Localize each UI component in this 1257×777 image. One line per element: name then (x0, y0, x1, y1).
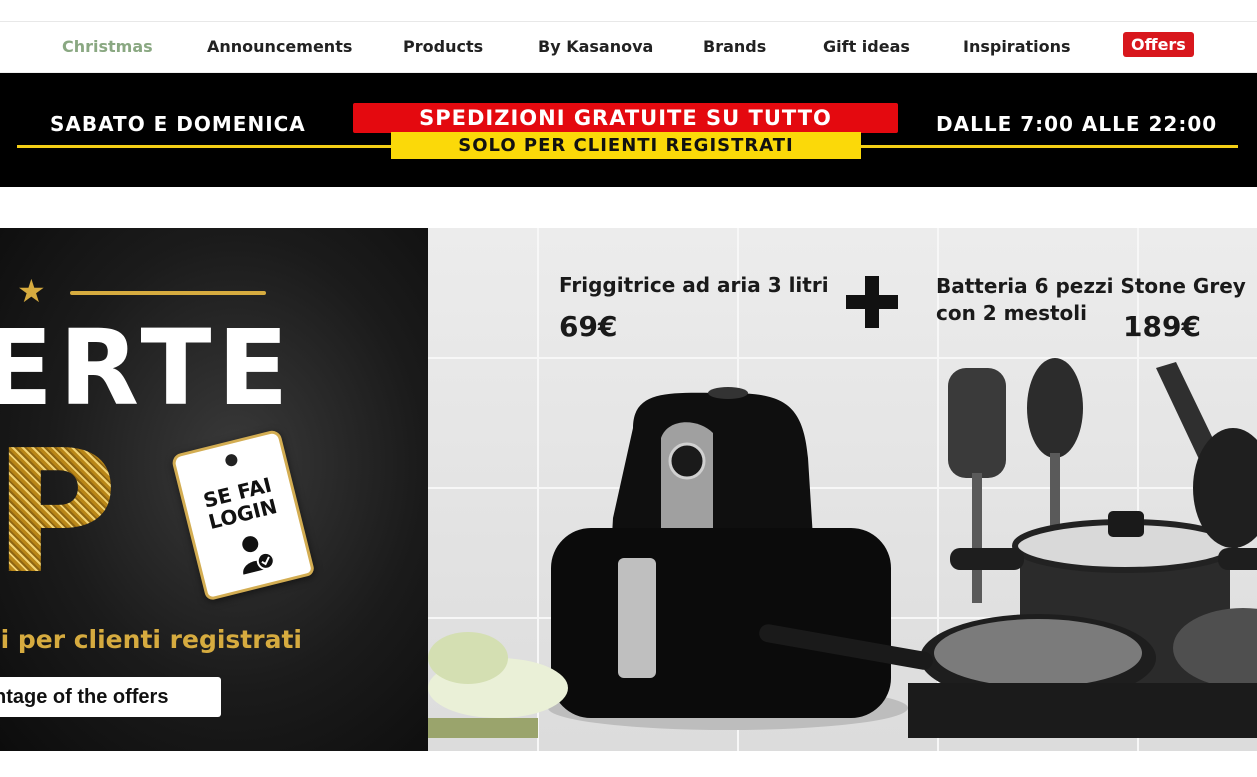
hero-slider: ★ ERTE IP SE FAI LOGIN li per clienti re… (0, 228, 1257, 751)
tag-hole (224, 452, 239, 468)
promo-days: SABATO E DOMENICA (46, 112, 310, 136)
star-icon: ★ (17, 272, 46, 310)
plus-icon (846, 276, 898, 328)
nav-item-offers[interactable]: Offers (1123, 32, 1194, 57)
product-1-price: 69€ (559, 310, 618, 343)
hero-headline: ERTE (0, 307, 295, 429)
nav-item-inspirations[interactable]: Inspirations (963, 37, 1071, 56)
offers-cta-button[interactable]: ntage of the offers (0, 677, 221, 717)
user-check-icon (242, 536, 275, 575)
promo-banner[interactable]: SABATO E DOMENICA SPEDIZIONI GRATUITE SU… (0, 73, 1257, 187)
product-1-name: Friggitrice ad aria 3 litri (559, 273, 829, 297)
nav-item-announcements[interactable]: Announcements (207, 37, 352, 56)
hero-subtitle: li per clienti registrati (0, 625, 302, 654)
top-bar (0, 0, 1257, 22)
nav-item-brands[interactable]: Brands (703, 37, 766, 56)
nav-item-christmas[interactable]: Christmas (62, 37, 153, 56)
product-2-price: 189€ (1123, 310, 1201, 343)
nav-item-by-kasanova[interactable]: By Kasanova (538, 37, 653, 56)
promo-free-shipping: SPEDIZIONI GRATUITE SU TUTTO (353, 103, 898, 133)
hero-vip-panel: ★ ERTE IP SE FAI LOGIN li per clienti re… (0, 228, 428, 751)
main-nav: Christmas Announcements Products By Kasa… (0, 22, 1257, 73)
gold-divider (70, 291, 266, 295)
nav-item-gift-ideas[interactable]: Gift ideas (823, 37, 910, 56)
hero-products-panel[interactable]: Friggitrice ad aria 3 litri 69€ Batteria… (428, 228, 1257, 751)
tag-text: SE FAI LOGIN (200, 472, 280, 535)
nav-item-products[interactable]: Products (403, 37, 483, 56)
login-tag: SE FAI LOGIN (170, 428, 316, 602)
promo-hours: DALLE 7:00 ALLE 22:00 (932, 112, 1222, 136)
promo-registered-only: SOLO PER CLIENTI REGISTRATI (391, 132, 861, 159)
hero-vip-word: IP (0, 428, 118, 598)
